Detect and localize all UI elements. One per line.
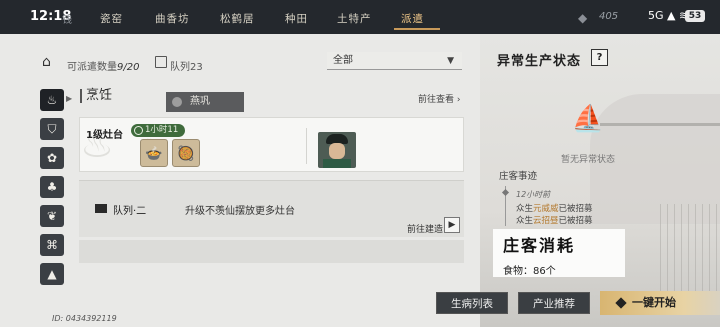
dish-slot-1[interactable]: 🍲 <box>140 139 168 167</box>
stove-name: 1级灶台 <box>86 130 123 141</box>
tab-distillery[interactable]: 曲香坊 <box>155 11 190 26</box>
queue-name: 队列·二 <box>113 206 147 217</box>
side-category-6[interactable]: ⌘ <box>40 234 64 256</box>
boat-icon: ⛵ <box>571 104 605 134</box>
consumption-value: 食物：86个 <box>503 266 556 277</box>
diamond-icon <box>615 297 627 309</box>
battery-icon: 53 <box>685 10 705 22</box>
house-icon: ⌂ <box>42 54 51 70</box>
background-roof <box>600 112 720 126</box>
queue-banner-icon <box>95 204 107 213</box>
tag-dot-icon <box>172 97 182 107</box>
one-click-start-label: 一键开始 <box>632 296 676 309</box>
consumption-title: 庄客消耗 <box>503 236 576 255</box>
select-value: 全部 <box>333 55 353 66</box>
chevron-down-icon: ▼ <box>447 56 454 66</box>
no-abnormal-text: 暂无异常状态 <box>561 155 616 165</box>
one-click-start-button[interactable]: 一键开始 <box>600 291 720 315</box>
fire-icon: ♨ <box>46 93 58 107</box>
production-timer: 1小时11分 <box>131 124 185 148</box>
help-button[interactable]: ? <box>591 49 608 66</box>
coin-value: 405 <box>599 11 619 22</box>
sick-list-button[interactable]: 生病列表 <box>436 292 508 314</box>
chevron-right-icon: › <box>456 95 461 105</box>
avatar-robe <box>323 159 351 168</box>
goto-build-button[interactable]: ▶ <box>444 217 460 233</box>
fox-icon: ▲ <box>47 267 57 281</box>
goto-view-label: 前往查看 <box>418 95 455 105</box>
tab-local-specialty[interactable]: 土特产 <box>337 11 372 26</box>
queue-count: 队列23 <box>170 62 203 73</box>
recipe-tag-label: 燕巩 <box>190 96 210 107</box>
event-line: 众生元威威已被招募 <box>516 204 593 214</box>
truncated-tab-label: 钱 <box>62 15 72 26</box>
shield-icon: ⛉ <box>47 122 57 136</box>
side-category-3[interactable]: ✿ <box>40 147 64 169</box>
event-line: 众生云招昼已被招募 <box>516 216 593 226</box>
tab-dispatch[interactable]: 派遣 <box>401 11 424 26</box>
abnormal-status-title: 异常生产状态 <box>497 54 582 69</box>
queue-icon <box>155 56 167 68</box>
industry-recommend-button[interactable]: 产业推荐 <box>518 292 590 314</box>
chef-avatar[interactable] <box>318 132 356 168</box>
side-category-cooking[interactable]: ♨ <box>40 89 64 111</box>
divider <box>306 128 307 164</box>
top-nav-bar: 12:18 钱 瓷窑 曲香坊 松鹤居 种田 土特产 派遣 ◆ 405 5G ▲ … <box>0 0 720 34</box>
tab-farming[interactable]: 种田 <box>285 11 308 26</box>
tab-songhe-inn[interactable]: 松鹤居 <box>220 11 255 26</box>
upgrade-hint: 升级不羡仙摆放更多灶台 <box>185 206 295 217</box>
pouch-icon: ♣ <box>46 180 58 194</box>
chevron-right-icon: ▶ <box>66 94 73 103</box>
side-category-7[interactable]: ▲ <box>40 263 64 285</box>
queue-card: 队列·二 升级不羡仙摆放更多灶台 前往建造 ▶ <box>79 180 464 237</box>
chevron-right-icon: ▶ <box>448 220 456 230</box>
stove-card[interactable]: ♨ 1级灶台 1小时11分 🍲 🥘 <box>79 117 464 172</box>
empty-slot <box>79 240 464 263</box>
recipe-tag[interactable]: 燕巩 <box>166 92 244 112</box>
leaf-icon: ❦ <box>46 209 58 223</box>
event-time: 12小时前 <box>516 190 551 199</box>
dispatch-capacity: 可派遣数量9/20 <box>67 58 139 73</box>
active-tab-indicator <box>394 28 440 30</box>
fish-icon: ⌘ <box>46 238 58 252</box>
clock-icon <box>134 126 143 135</box>
dispatch-label: 可派遣数量 <box>67 62 117 73</box>
side-category-4[interactable]: ♣ <box>40 176 64 198</box>
dish-slot-2[interactable]: 🥘 <box>172 139 200 167</box>
goto-build-label: 前往建造 <box>407 225 444 235</box>
dispatch-count: 9/20 <box>117 62 140 73</box>
manor-events-label: 庄客事迹 <box>499 171 538 182</box>
coin-icon: ◆ <box>578 11 588 25</box>
side-category-5[interactable]: ❦ <box>40 205 64 227</box>
section-title-cooking: 烹饪 <box>80 89 112 103</box>
flower-icon: ✿ <box>46 151 58 165</box>
category-filter-select[interactable]: 全部 ▼ <box>327 52 462 70</box>
signal-icon: 5G ▲ ≋ <box>648 9 689 22</box>
goto-view-link[interactable]: 前往查看 › <box>418 92 461 105</box>
side-category-2[interactable]: ⛉ <box>40 118 64 140</box>
tab-kiln[interactable]: 瓷窑 <box>100 11 123 26</box>
avatar-face <box>329 143 345 159</box>
player-id: ID: 0434392119 <box>52 314 117 323</box>
